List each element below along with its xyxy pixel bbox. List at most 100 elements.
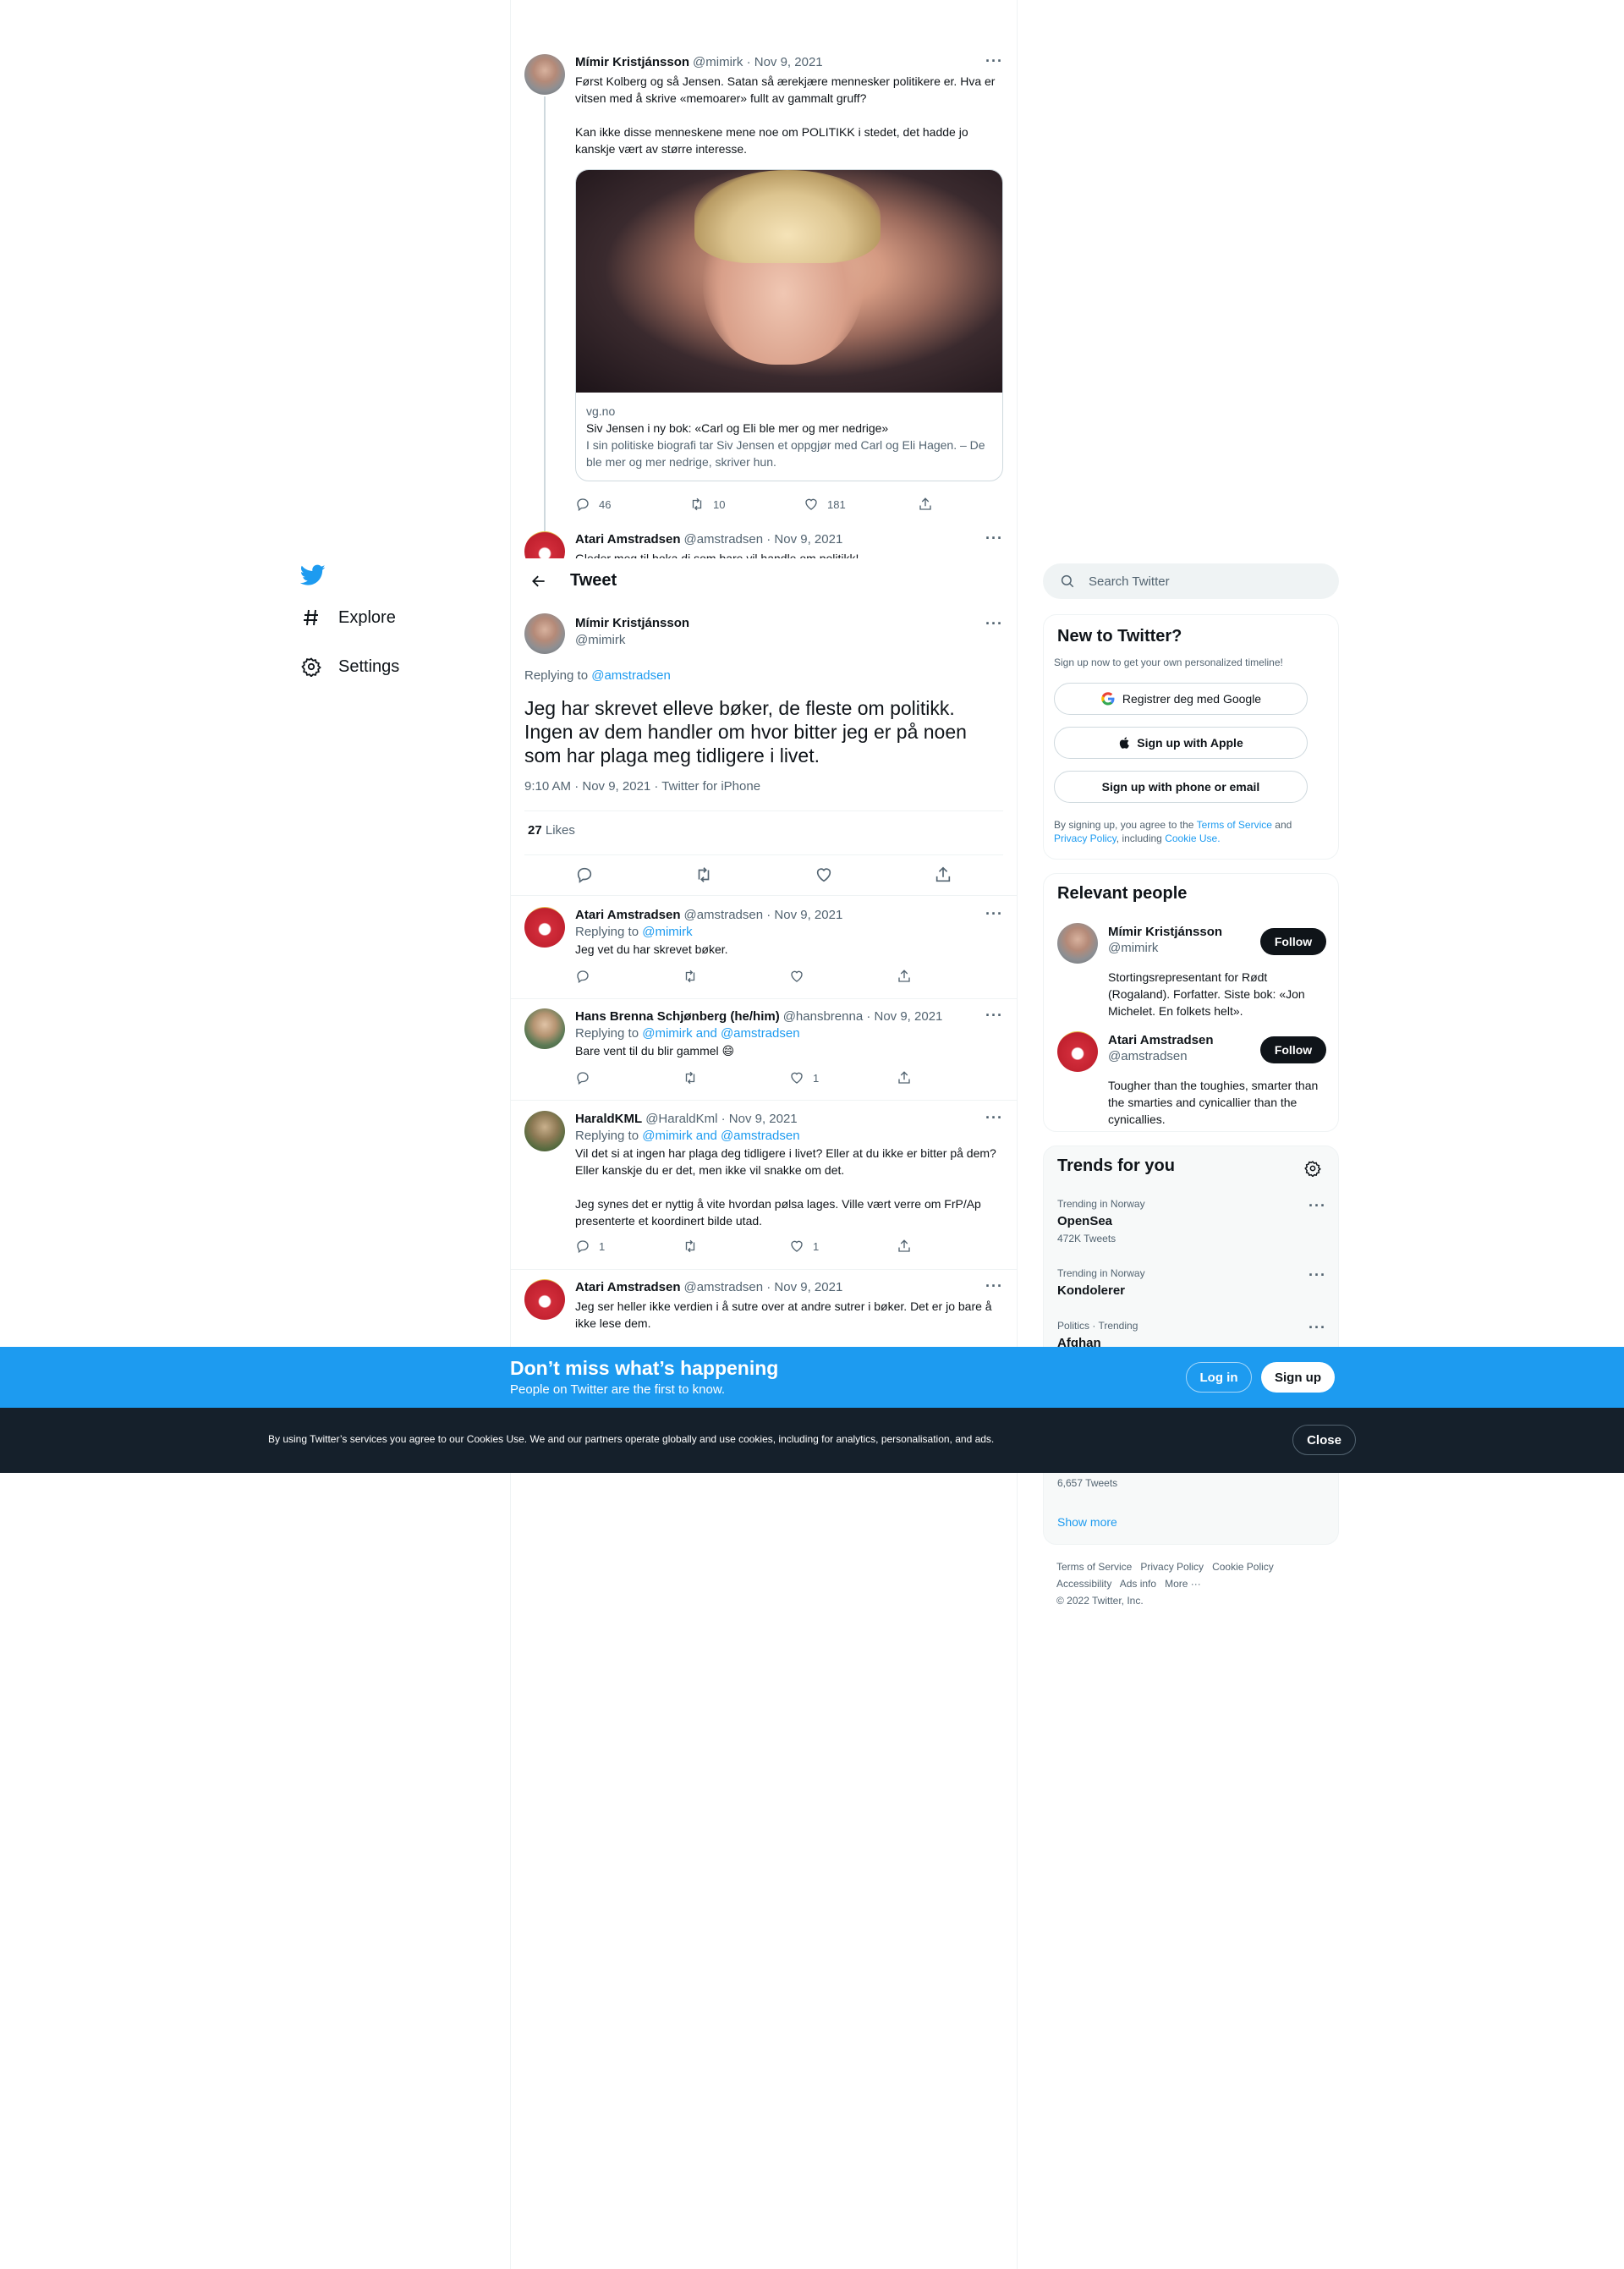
likes-stat[interactable]: 27 Likes (528, 823, 575, 838)
partially-hidden-tweet[interactable]: Atari Amstradsen @amstradsen · Nov 9, 20… (524, 531, 1003, 558)
more-icon[interactable]: ··· (985, 531, 1003, 546)
divider (524, 854, 1003, 855)
person-bio: Stortingsrepresentant for Rødt (Rogaland… (1108, 970, 1305, 1018)
google-signup-button[interactable]: Registrer deg med Google (1054, 683, 1308, 715)
nav-explore[interactable]: Explore (293, 594, 487, 641)
retweet-button[interactable]: 10 (689, 497, 804, 512)
back-arrow-icon[interactable] (524, 567, 553, 596)
like-button[interactable]: 181 (804, 497, 918, 512)
person-handle[interactable]: @amstradsen (1108, 1049, 1252, 1063)
person-name[interactable]: Mímir Kristjánsson (1108, 925, 1252, 939)
person-row[interactable]: Atari Amstradsen @amstradsen Follow Toug… (1057, 1031, 1326, 1126)
avatar[interactable] (524, 1111, 565, 1151)
phone-signup-button[interactable]: Sign up with phone or email (1054, 771, 1308, 803)
show-more-link[interactable]: Show more (1057, 1515, 1117, 1529)
parent-tweet[interactable]: Mímir Kristjánsson @mimirk · Nov 9, 2021… (524, 53, 1003, 518)
search-bar[interactable]: Search Twitter (1043, 563, 1339, 599)
footer-link[interactable]: Cookie Policy (1212, 1561, 1274, 1573)
replying-to-link[interactable]: @mimirk (642, 925, 692, 939)
person-name[interactable]: Atari Amstradsen (1108, 1033, 1252, 1047)
search-input[interactable]: Search Twitter (1089, 574, 1170, 589)
more-icon[interactable]: ··· (1309, 1198, 1326, 1213)
author-name[interactable]: Mímir Kristjánsson (575, 54, 689, 71)
footer-link[interactable]: Terms of Service (1056, 1561, 1132, 1573)
retweet-button[interactable] (683, 1070, 790, 1085)
more-icon[interactable]: ··· (985, 53, 1003, 69)
more-icon[interactable]: ··· (985, 906, 1003, 921)
share-button[interactable] (897, 1239, 1004, 1254)
author-handle[interactable]: @mimirk (575, 632, 689, 649)
like-button[interactable]: 1 (789, 1239, 897, 1254)
avatar[interactable] (524, 531, 565, 558)
author-name[interactable]: Hans Brenna Schjønberg (he/him) (575, 1008, 780, 1025)
tweet-timestamp[interactable]: 9:10 AM · Nov 9, 2021 · Twitter for iPho… (524, 779, 760, 794)
more-icon[interactable]: ··· (1309, 1267, 1326, 1283)
reply-tweet[interactable]: HaraldKML @HaraldKml · Nov 9, 2021 ··· Re… (524, 1110, 1004, 1265)
follow-button[interactable]: Follow (1260, 928, 1326, 955)
share-icon (897, 970, 910, 982)
more-icon[interactable]: ··· (985, 1279, 1003, 1294)
person-row[interactable]: Mímir Kristjánsson @mimirk Follow Storti… (1057, 923, 1326, 1018)
avatar[interactable] (524, 1008, 565, 1049)
more-icon[interactable]: ··· (985, 616, 1003, 631)
trend-item[interactable]: Trending in Norway OpenSea 472K Tweets ·… (1057, 1197, 1326, 1245)
card-image (576, 170, 1002, 393)
reply-tweet[interactable]: Atari Amstradsen @amstradsen · Nov 9, 202… (524, 1279, 1003, 1347)
author-name[interactable]: Atari Amstradsen (575, 907, 680, 924)
author-name[interactable]: Atari Amstradsen (575, 531, 680, 548)
more-icon[interactable]: ··· (985, 1110, 1003, 1125)
author-name[interactable]: Mímir Kristjánsson (575, 615, 689, 632)
replying-to-link[interactable]: @mimirk and @amstradsen (642, 1129, 799, 1143)
gear-icon[interactable] (1304, 1160, 1321, 1177)
signup-button[interactable]: Sign up (1261, 1362, 1335, 1393)
reply-button[interactable]: 46 (575, 497, 689, 512)
like-button[interactable]: 1 (789, 1070, 897, 1085)
footer-link[interactable]: Ads info (1120, 1578, 1156, 1590)
privacy-link[interactable]: Privacy Policy (1054, 832, 1116, 844)
avatar[interactable] (524, 54, 565, 95)
footer-more-link[interactable]: More ··· (1165, 1578, 1201, 1590)
close-button[interactable]: Close (1292, 1425, 1356, 1455)
retweet-button[interactable] (683, 1239, 790, 1254)
twitter-logo-icon[interactable] (296, 558, 330, 592)
avatar[interactable] (1057, 923, 1098, 964)
more-icon[interactable]: ··· (1309, 1320, 1326, 1335)
share-button[interactable] (897, 969, 1004, 984)
author-name[interactable]: Atari Amstradsen (575, 1279, 680, 1296)
like-count: 1 (813, 1071, 820, 1085)
link-card[interactable]: vg.no Siv Jensen i ny bok: «Carl og Eli … (575, 169, 1003, 481)
share-button[interactable] (897, 1070, 1004, 1085)
replying-to-link[interactable]: @mimirk and @amstradsen (642, 1026, 799, 1041)
terms-link[interactable]: Terms of Service (1197, 819, 1272, 831)
retweet-icon[interactable] (694, 865, 713, 884)
trend-item[interactable]: Politics · Trending Afghan ··· (1057, 1319, 1326, 1350)
reply-button[interactable] (575, 1070, 683, 1085)
reply-button[interactable]: 1 (575, 1239, 683, 1254)
footer-link[interactable]: Privacy Policy (1140, 1561, 1204, 1573)
reply-tweet[interactable]: Atari Amstradsen @amstradsen · Nov 9, 202… (524, 906, 1004, 993)
nav-settings[interactable]: Settings (293, 643, 487, 690)
author-name[interactable]: HaraldKML (575, 1111, 642, 1128)
apple-signup-button[interactable]: Sign up with Apple (1054, 727, 1308, 759)
reply-icon (577, 498, 589, 512)
avatar[interactable] (524, 1279, 565, 1320)
share-button[interactable] (918, 497, 1032, 512)
more-icon[interactable]: ··· (985, 1008, 1003, 1023)
person-handle[interactable]: @mimirk (1108, 941, 1252, 955)
follow-button[interactable]: Follow (1260, 1036, 1326, 1063)
cookie-link[interactable]: Cookie Use. (1165, 832, 1220, 844)
reply-tweet[interactable]: Hans Brenna Schjønberg (he/him) @hansbren… (524, 1008, 1003, 1095)
retweet-button[interactable] (683, 969, 790, 984)
login-button[interactable]: Log in (1186, 1362, 1252, 1393)
reply-icon[interactable] (575, 865, 594, 884)
footer-link[interactable]: Accessibility (1056, 1578, 1111, 1590)
like-button[interactable] (789, 969, 897, 984)
avatar[interactable] (524, 907, 565, 948)
heart-icon[interactable] (815, 865, 833, 884)
trend-item[interactable]: Trending in Norway Kondolerer ··· (1057, 1266, 1326, 1298)
avatar[interactable] (1057, 1031, 1098, 1072)
avatar[interactable] (524, 613, 565, 654)
replying-to-link[interactable]: @amstradsen (591, 668, 671, 683)
reply-button[interactable] (575, 969, 683, 984)
share-icon[interactable] (934, 865, 952, 884)
